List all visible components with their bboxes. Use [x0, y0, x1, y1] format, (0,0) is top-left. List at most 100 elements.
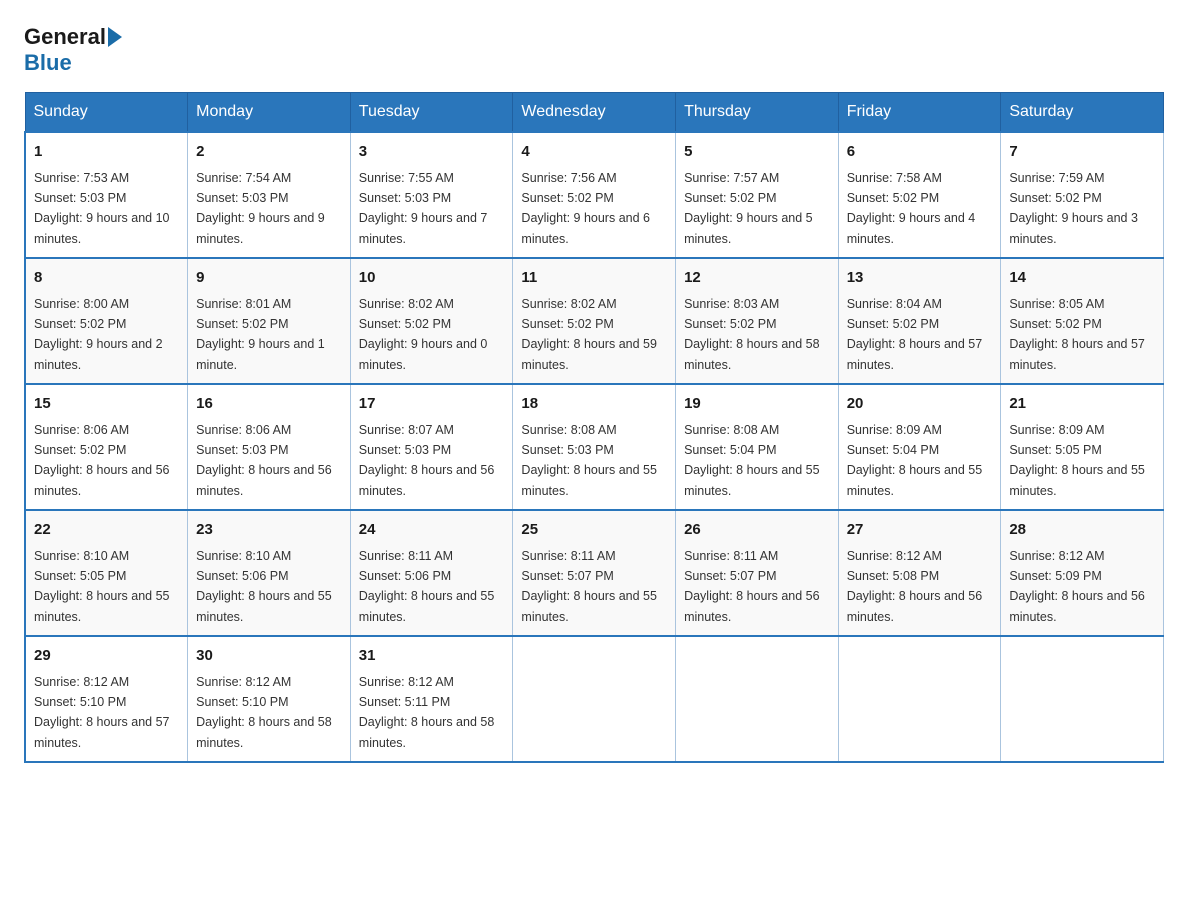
calendar-cell: 19 Sunrise: 8:08 AMSunset: 5:04 PMDaylig…: [676, 384, 839, 510]
day-number: 25: [521, 519, 667, 542]
calendar-cell: 18 Sunrise: 8:08 AMSunset: 5:03 PMDaylig…: [513, 384, 676, 510]
calendar-cell: 6 Sunrise: 7:58 AMSunset: 5:02 PMDayligh…: [838, 132, 1001, 258]
day-number: 6: [847, 141, 993, 164]
calendar-cell: 28 Sunrise: 8:12 AMSunset: 5:09 PMDaylig…: [1001, 510, 1164, 636]
calendar-week-2: 8 Sunrise: 8:00 AMSunset: 5:02 PMDayligh…: [25, 258, 1164, 384]
day-number: 8: [34, 267, 179, 290]
calendar-cell: 4 Sunrise: 7:56 AMSunset: 5:02 PMDayligh…: [513, 132, 676, 258]
calendar-cell: 26 Sunrise: 8:11 AMSunset: 5:07 PMDaylig…: [676, 510, 839, 636]
header-day-tuesday: Tuesday: [350, 93, 513, 133]
day-number: 9: [196, 267, 342, 290]
calendar-week-1: 1 Sunrise: 7:53 AMSunset: 5:03 PMDayligh…: [25, 132, 1164, 258]
calendar-week-4: 22 Sunrise: 8:10 AMSunset: 5:05 PMDaylig…: [25, 510, 1164, 636]
day-info: Sunrise: 8:05 AMSunset: 5:02 PMDaylight:…: [1009, 297, 1145, 372]
day-number: 14: [1009, 267, 1155, 290]
calendar-cell: 29 Sunrise: 8:12 AMSunset: 5:10 PMDaylig…: [25, 636, 188, 762]
calendar-cell: 3 Sunrise: 7:55 AMSunset: 5:03 PMDayligh…: [350, 132, 513, 258]
day-number: 19: [684, 393, 830, 416]
day-info: Sunrise: 8:06 AMSunset: 5:02 PMDaylight:…: [34, 423, 170, 498]
calendar-body: 1 Sunrise: 7:53 AMSunset: 5:03 PMDayligh…: [25, 132, 1164, 762]
calendar-cell: 25 Sunrise: 8:11 AMSunset: 5:07 PMDaylig…: [513, 510, 676, 636]
header-day-friday: Friday: [838, 93, 1001, 133]
calendar-cell: 21 Sunrise: 8:09 AMSunset: 5:05 PMDaylig…: [1001, 384, 1164, 510]
calendar-cell: 9 Sunrise: 8:01 AMSunset: 5:02 PMDayligh…: [188, 258, 351, 384]
logo-arrow-icon: [108, 27, 122, 47]
calendar-cell: 17 Sunrise: 8:07 AMSunset: 5:03 PMDaylig…: [350, 384, 513, 510]
header-day-wednesday: Wednesday: [513, 93, 676, 133]
calendar-cell: 24 Sunrise: 8:11 AMSunset: 5:06 PMDaylig…: [350, 510, 513, 636]
day-info: Sunrise: 8:02 AMSunset: 5:02 PMDaylight:…: [521, 297, 657, 372]
calendar-cell: 13 Sunrise: 8:04 AMSunset: 5:02 PMDaylig…: [838, 258, 1001, 384]
header-day-saturday: Saturday: [1001, 93, 1164, 133]
header-row: SundayMondayTuesdayWednesdayThursdayFrid…: [25, 93, 1164, 133]
calendar-cell: 31 Sunrise: 8:12 AMSunset: 5:11 PMDaylig…: [350, 636, 513, 762]
calendar-cell: 7 Sunrise: 7:59 AMSunset: 5:02 PMDayligh…: [1001, 132, 1164, 258]
day-info: Sunrise: 8:12 AMSunset: 5:08 PMDaylight:…: [847, 549, 983, 624]
day-number: 11: [521, 267, 667, 290]
calendar-cell: 27 Sunrise: 8:12 AMSunset: 5:08 PMDaylig…: [838, 510, 1001, 636]
day-number: 22: [34, 519, 179, 542]
day-number: 1: [34, 141, 179, 164]
day-number: 21: [1009, 393, 1155, 416]
day-info: Sunrise: 7:55 AMSunset: 5:03 PMDaylight:…: [359, 171, 488, 246]
day-info: Sunrise: 8:04 AMSunset: 5:02 PMDaylight:…: [847, 297, 983, 372]
day-info: Sunrise: 7:53 AMSunset: 5:03 PMDaylight:…: [34, 171, 170, 246]
calendar-cell: 1 Sunrise: 7:53 AMSunset: 5:03 PMDayligh…: [25, 132, 188, 258]
day-info: Sunrise: 8:12 AMSunset: 5:09 PMDaylight:…: [1009, 549, 1145, 624]
header-day-sunday: Sunday: [25, 93, 188, 133]
day-info: Sunrise: 8:11 AMSunset: 5:07 PMDaylight:…: [521, 549, 657, 624]
logo: General Blue: [24, 24, 124, 76]
day-info: Sunrise: 8:12 AMSunset: 5:10 PMDaylight:…: [34, 675, 170, 750]
day-info: Sunrise: 8:12 AMSunset: 5:10 PMDaylight:…: [196, 675, 332, 750]
day-info: Sunrise: 8:02 AMSunset: 5:02 PMDaylight:…: [359, 297, 488, 372]
calendar-week-3: 15 Sunrise: 8:06 AMSunset: 5:02 PMDaylig…: [25, 384, 1164, 510]
day-number: 3: [359, 141, 505, 164]
logo-blue-text: Blue: [24, 50, 72, 76]
calendar-cell: 10 Sunrise: 8:02 AMSunset: 5:02 PMDaylig…: [350, 258, 513, 384]
calendar-cell: 2 Sunrise: 7:54 AMSunset: 5:03 PMDayligh…: [188, 132, 351, 258]
day-number: 30: [196, 645, 342, 668]
day-number: 26: [684, 519, 830, 542]
day-info: Sunrise: 8:08 AMSunset: 5:04 PMDaylight:…: [684, 423, 820, 498]
day-number: 4: [521, 141, 667, 164]
day-info: Sunrise: 8:10 AMSunset: 5:05 PMDaylight:…: [34, 549, 170, 624]
calendar-cell: 5 Sunrise: 7:57 AMSunset: 5:02 PMDayligh…: [676, 132, 839, 258]
day-info: Sunrise: 8:12 AMSunset: 5:11 PMDaylight:…: [359, 675, 495, 750]
day-number: 29: [34, 645, 179, 668]
day-number: 16: [196, 393, 342, 416]
day-number: 7: [1009, 141, 1155, 164]
day-number: 28: [1009, 519, 1155, 542]
calendar-cell: 23 Sunrise: 8:10 AMSunset: 5:06 PMDaylig…: [188, 510, 351, 636]
day-number: 20: [847, 393, 993, 416]
day-number: 24: [359, 519, 505, 542]
day-number: 23: [196, 519, 342, 542]
calendar-cell: 22 Sunrise: 8:10 AMSunset: 5:05 PMDaylig…: [25, 510, 188, 636]
day-number: 2: [196, 141, 342, 164]
day-info: Sunrise: 7:57 AMSunset: 5:02 PMDaylight:…: [684, 171, 813, 246]
header-day-monday: Monday: [188, 93, 351, 133]
day-info: Sunrise: 8:03 AMSunset: 5:02 PMDaylight:…: [684, 297, 820, 372]
day-info: Sunrise: 8:10 AMSunset: 5:06 PMDaylight:…: [196, 549, 332, 624]
day-number: 31: [359, 645, 505, 668]
day-number: 17: [359, 393, 505, 416]
calendar-table: SundayMondayTuesdayWednesdayThursdayFrid…: [24, 92, 1164, 763]
day-info: Sunrise: 7:58 AMSunset: 5:02 PMDaylight:…: [847, 171, 976, 246]
day-info: Sunrise: 8:08 AMSunset: 5:03 PMDaylight:…: [521, 423, 657, 498]
calendar-cell: 15 Sunrise: 8:06 AMSunset: 5:02 PMDaylig…: [25, 384, 188, 510]
header-day-thursday: Thursday: [676, 93, 839, 133]
day-info: Sunrise: 8:09 AMSunset: 5:04 PMDaylight:…: [847, 423, 983, 498]
day-info: Sunrise: 8:11 AMSunset: 5:06 PMDaylight:…: [359, 549, 495, 624]
calendar-cell: 12 Sunrise: 8:03 AMSunset: 5:02 PMDaylig…: [676, 258, 839, 384]
day-number: 12: [684, 267, 830, 290]
calendar-cell: 16 Sunrise: 8:06 AMSunset: 5:03 PMDaylig…: [188, 384, 351, 510]
calendar-week-5: 29 Sunrise: 8:12 AMSunset: 5:10 PMDaylig…: [25, 636, 1164, 762]
page-header: General Blue: [24, 24, 1164, 76]
day-info: Sunrise: 7:59 AMSunset: 5:02 PMDaylight:…: [1009, 171, 1138, 246]
day-number: 15: [34, 393, 179, 416]
day-info: Sunrise: 8:01 AMSunset: 5:02 PMDaylight:…: [196, 297, 325, 372]
day-info: Sunrise: 8:00 AMSunset: 5:02 PMDaylight:…: [34, 297, 163, 372]
calendar-cell: [1001, 636, 1164, 762]
logo-general-text: General: [24, 24, 106, 50]
calendar-cell: 20 Sunrise: 8:09 AMSunset: 5:04 PMDaylig…: [838, 384, 1001, 510]
day-number: 27: [847, 519, 993, 542]
